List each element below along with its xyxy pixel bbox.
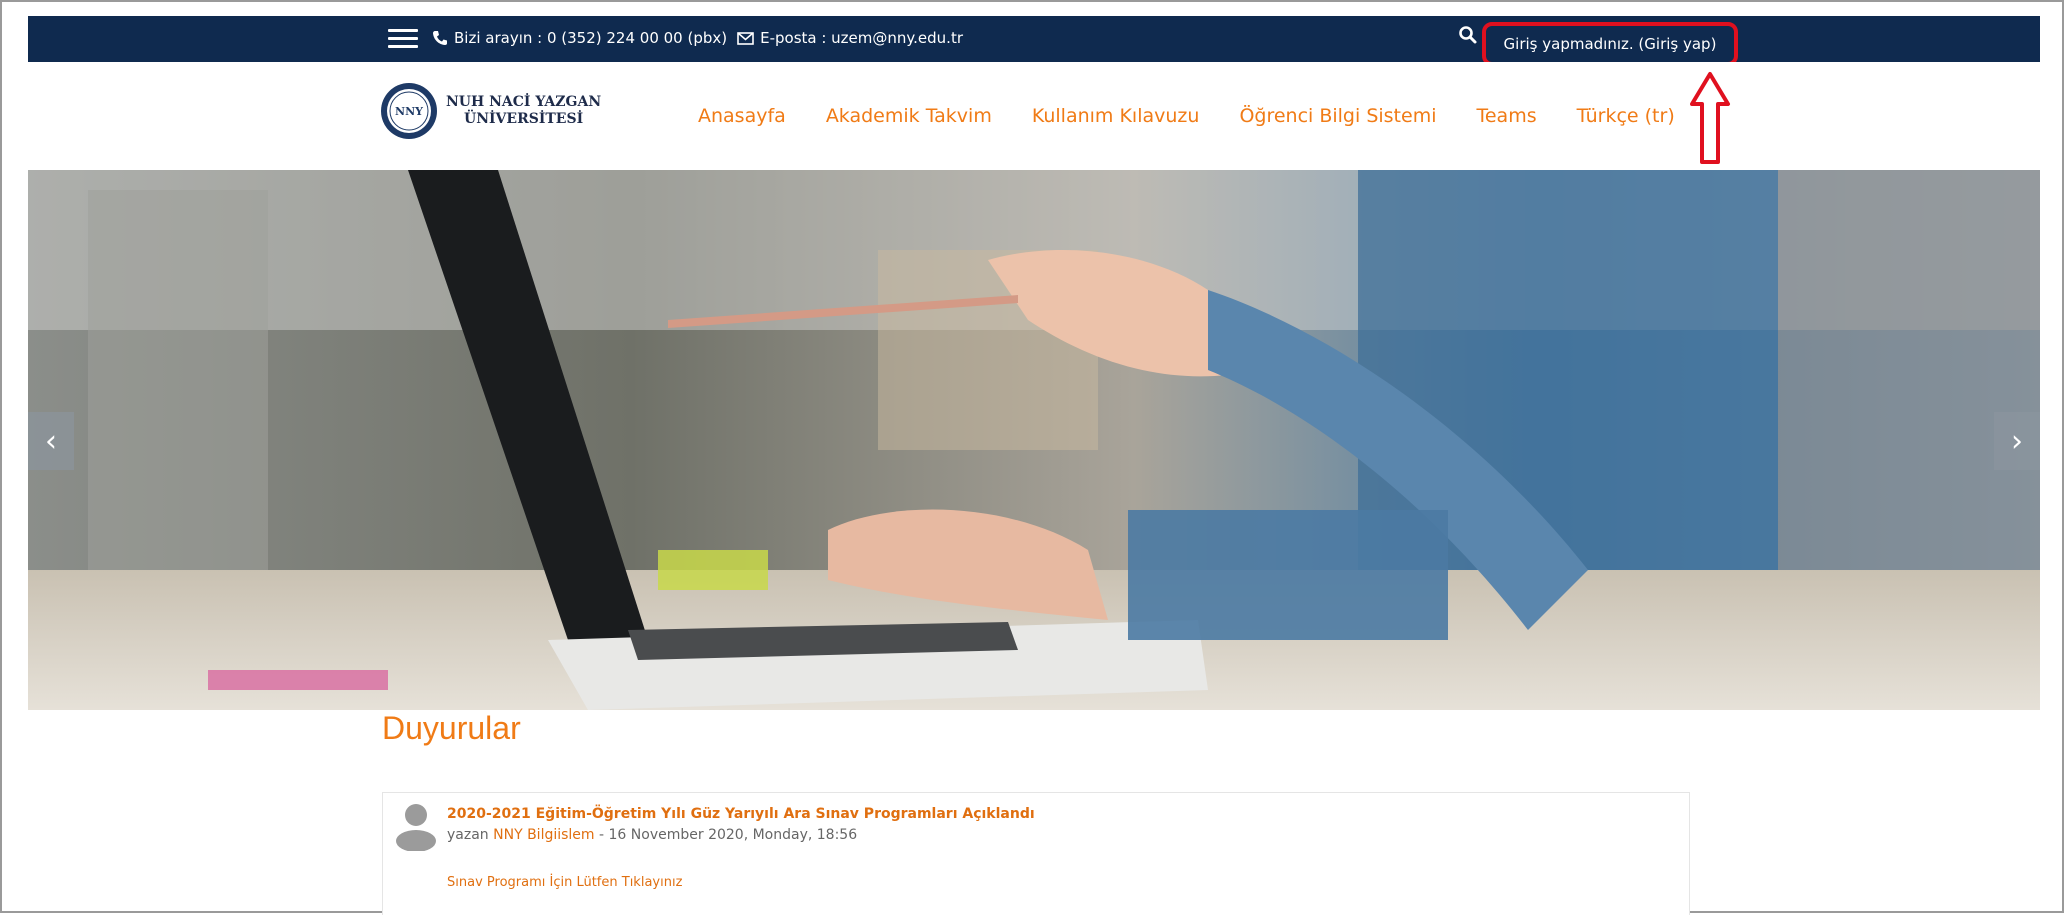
nav-item-language[interactable]: Türkçe (tr) [1577, 105, 1675, 127]
logo-line1: NUH NACİ YAZGAN [446, 94, 602, 110]
logo-line2: ÜNİVERSİTESİ [464, 111, 584, 127]
main-nav: Anasayfa Akademik Takvim Kullanım Kılavu… [698, 105, 1715, 127]
search-icon[interactable] [1458, 25, 1478, 45]
page-frame: Bizi arayın : 0 (352) 224 00 00 (pbx) E-… [0, 0, 2064, 915]
seal-text: NNY [395, 105, 423, 118]
carousel-prev-button[interactable]: ‹ [28, 412, 74, 470]
announcement-author[interactable]: NNY Bilgiislem [493, 827, 594, 843]
contact-phone: Bizi arayın : 0 (352) 224 00 00 (pbx) [454, 29, 728, 47]
carousel-next-button[interactable]: › [1994, 412, 2040, 470]
top-bar: Bizi arayın : 0 (352) 224 00 00 (pbx) E-… [28, 16, 2040, 66]
contact-info: Bizi arayın : 0 (352) 224 00 00 (pbx) E-… [432, 29, 963, 47]
announcement-item: 2020-2021 Eğitim-Öğretim Yılı Güz Yarıyı… [382, 792, 1690, 915]
announcement-link[interactable]: Sınav Programı İçin Lütfen Tıklayınız [447, 875, 682, 890]
login-link[interactable]: Giriş yapmadınız. (Giriş yap) [1482, 22, 1738, 66]
nav-item-ogrenci-bilgi-sistemi[interactable]: Öğrenci Bilgi Sistemi [1239, 105, 1436, 127]
chevron-left-icon: ‹ [45, 423, 57, 459]
hero-carousel: ‹ › [28, 170, 2040, 710]
announcement-date: - 16 November 2020, Monday, 18:56 [599, 827, 858, 843]
avatar-icon [396, 804, 436, 851]
announcements-title: Duyurular [382, 710, 521, 746]
announcement-by-prefix: yazan [447, 827, 489, 843]
mail-icon [737, 31, 754, 45]
phone-icon [433, 31, 447, 45]
chevron-right-icon: › [2011, 423, 2023, 459]
nav-item-kullanim-kilavuzu[interactable]: Kullanım Kılavuzu [1032, 105, 1200, 127]
nav-item-anasayfa[interactable]: Anasayfa [698, 105, 786, 127]
university-seal-icon: NNY [381, 83, 437, 139]
university-logo[interactable]: NNY NUH NACİ YAZGAN ÜNİVERSİTESİ [380, 82, 601, 140]
nav-item-teams[interactable]: Teams [1476, 105, 1536, 127]
nav-item-akademik-takvim[interactable]: Akademik Takvim [826, 105, 992, 127]
hamburger-menu-icon[interactable] [388, 26, 418, 50]
hero-image [28, 170, 2040, 710]
site-header: NNY NUH NACİ YAZGAN ÜNİVERSİTESİ Anasayf… [28, 62, 2040, 170]
contact-email: E-posta : uzem@nny.edu.tr [760, 29, 963, 47]
announcement-meta: yazan NNY Bilgiislem - 16 November 2020,… [447, 827, 857, 843]
login-text[interactable]: Giriş yapmadınız. (Giriş yap) [1504, 35, 1717, 53]
announcement-title[interactable]: 2020-2021 Eğitim-Öğretim Yılı Güz Yarıyı… [447, 806, 1035, 822]
logo-text: NUH NACİ YAZGAN ÜNİVERSİTESİ [446, 94, 601, 128]
red-up-arrow-annotation [1690, 72, 1730, 164]
